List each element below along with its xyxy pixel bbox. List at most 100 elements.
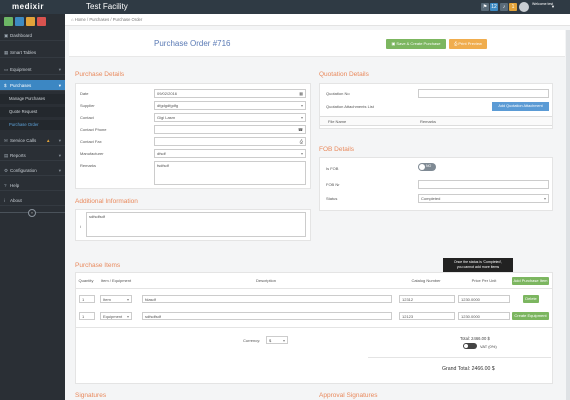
price-input[interactable]: 1230.0000: [458, 295, 510, 303]
quotation-details-title: Quotation Details: [319, 71, 369, 78]
sidebar-item-dashboard[interactable]: ▣ Dashboard: [0, 30, 65, 41]
vat-toggle[interactable]: [463, 343, 477, 349]
contact-value: Gigi Lasrn: [157, 115, 176, 120]
flag-icon[interactable]: ⚑: [481, 3, 489, 11]
sidebar-subitem-manage-purchases[interactable]: Manage Purchases: [0, 94, 65, 104]
approval-signatures-title: Approval Signatures: [319, 392, 378, 399]
notifications-badge[interactable]: 1: [509, 3, 517, 11]
status-label: Status: [326, 196, 338, 201]
breadcrumb-home[interactable]: Home: [75, 17, 86, 22]
catalog-number-input[interactable]: 12123: [399, 312, 455, 320]
app-logo[interactable]: medixir: [12, 2, 44, 11]
contact-fax-label: Contact Fax: [80, 139, 102, 144]
sidebar-item-service-calls[interactable]: ✉ Service Calls ▲ ▾: [0, 135, 65, 146]
toggle-knob: [419, 164, 425, 170]
remarks-textarea[interactable]: fsdfsdf: [154, 161, 306, 185]
print-preview-button[interactable]: ⎙ Print Preview: [449, 39, 487, 49]
fob-details-title: FOB Details: [319, 146, 355, 153]
additional-information-textarea[interactable]: sdfsdfsdf: [86, 212, 306, 237]
status-select[interactable]: Completed ▾: [418, 194, 549, 203]
price-input[interactable]: 1230.0000: [458, 312, 510, 320]
info-icon: i: [80, 224, 81, 229]
chevron-down-icon[interactable]: ▼: [551, 4, 555, 9]
collapse-sidebar-icon[interactable]: «: [28, 209, 36, 217]
calendar-icon[interactable]: ▦: [299, 90, 303, 97]
sidebar-item-equipment[interactable]: ▭ Equipment ▾: [0, 64, 65, 75]
chevron-down-icon: ▾: [126, 314, 129, 319]
date-field[interactable]: 09/02/2016 ▦: [154, 89, 306, 98]
scrollbar[interactable]: [566, 30, 570, 400]
contact-phone-label: Contact Phone: [80, 127, 107, 132]
print-preview-label: Print Preview: [458, 41, 482, 46]
sidebar-item-label: Help: [10, 183, 20, 188]
tooltip-line-2: you cannot add more items: [456, 265, 500, 269]
quantity-header: Quantity: [78, 278, 94, 283]
page-title: Purchase Order #716: [154, 39, 231, 48]
bell-icon[interactable]: ♪: [500, 3, 508, 11]
chevron-down-icon: ▾: [126, 297, 129, 302]
items-header-divider: [76, 288, 552, 289]
chevron-down-icon: ▾: [58, 67, 61, 72]
contact-phone-field[interactable]: ☎: [154, 125, 306, 134]
currency-value: $: [269, 338, 272, 343]
is-fob-toggle[interactable]: NO: [418, 163, 436, 171]
contact-select[interactable]: Gigi Lasrn ▾: [154, 113, 306, 122]
description-input[interactable]: fdasdf: [142, 295, 392, 303]
save-create-button[interactable]: ▣ Save & Create Purchase: [386, 39, 446, 49]
sidebar-subitem-purchase-order[interactable]: Purchase Order: [0, 120, 65, 130]
breadcrumb-purchases[interactable]: Purchases: [89, 17, 109, 22]
contact-fax-field[interactable]: ⎙: [154, 137, 306, 146]
create-equipment-button[interactable]: Create Equipment: [512, 312, 549, 320]
fob-nr-field[interactable]: [418, 180, 549, 189]
quantity-input[interactable]: 1: [79, 312, 95, 320]
description-input[interactable]: sdfsdfsdf: [142, 312, 392, 320]
sidebar-item-about[interactable]: i About: [0, 195, 65, 206]
item-type-value: Item: [103, 297, 111, 302]
catalog-number-input[interactable]: 12312: [399, 295, 455, 303]
sidebar-item-reports[interactable]: ▤ Reports ▾: [0, 150, 65, 161]
sidebar-item-purchases[interactable]: $ Purchases ▾: [0, 80, 65, 91]
fob-nr-label: FOB Nr: [326, 182, 340, 187]
delete-item-button[interactable]: Delete: [523, 295, 539, 303]
item-type-select[interactable]: Equipment ▾: [100, 312, 132, 320]
chevron-down-icon: ▾: [58, 138, 61, 143]
avatar[interactable]: [519, 2, 529, 12]
sidebar-item-label: Equipment: [10, 67, 32, 72]
purchase-details-title: Purchase Details: [75, 71, 125, 78]
sidebar: ▣ Dashboard ▦ Smart Tables ▭ Equipment ▾ $ Pu…: [0, 14, 65, 400]
manufacturer-select[interactable]: dfsdf ▾: [154, 149, 306, 158]
item-type-value: Equipment: [103, 314, 123, 319]
quotation-no-field[interactable]: [418, 89, 549, 98]
search-shortcut-button[interactable]: [26, 17, 35, 26]
info-shortcut-button[interactable]: [15, 17, 24, 26]
status-value: Completed: [421, 196, 441, 201]
sidebar-item-label: Smart Tables: [10, 50, 37, 55]
sidebar-item-help[interactable]: ? Help: [0, 180, 65, 191]
sidebar-item-label: About: [10, 198, 22, 203]
supplier-select[interactable]: dfgdgdfgdfg ▾: [154, 101, 306, 110]
currency-label: Currency:: [243, 338, 261, 343]
sidebar-subitem-quote-request[interactable]: Quote Request: [0, 107, 65, 117]
home-icon[interactable]: ⌂: [71, 17, 74, 22]
total-label: Total: 2466.00 $: [460, 336, 490, 341]
currency-select[interactable]: $ ▾: [266, 336, 288, 344]
sidebar-item-label: Reports: [10, 153, 26, 158]
add-purchase-item-button[interactable]: Add Purchase Item: [512, 277, 549, 285]
item-type-select[interactable]: Item ▾: [100, 295, 132, 303]
chevron-down-icon: ▾: [58, 83, 61, 88]
sidebar-item-configuration[interactable]: ⚙ Configuration ▾: [0, 165, 65, 176]
quotation-attachments-label: Quotation Attachments List: [326, 104, 374, 109]
home-shortcut-button[interactable]: [4, 17, 13, 26]
date-value: 09/02/2016: [157, 91, 178, 96]
chevron-down-icon: ▾: [58, 168, 61, 173]
warning-icon: ▲: [46, 138, 51, 143]
add-quotation-attachment-button[interactable]: Add Quotation Attachment: [492, 102, 549, 111]
items-divider: [76, 327, 552, 328]
breadcrumb: ⌂ Home / Purchases / Purchase Order: [65, 14, 570, 26]
sidebar-item-smart-tables[interactable]: ▦ Smart Tables: [0, 47, 65, 58]
quantity-input[interactable]: 1: [79, 295, 95, 303]
messages-badge[interactable]: 12: [490, 3, 498, 11]
settings-shortcut-button[interactable]: [37, 17, 46, 26]
grand-total: Grand Total: 2466.00 $: [442, 366, 495, 372]
breadcrumb-current: Purchase Order: [112, 17, 143, 22]
